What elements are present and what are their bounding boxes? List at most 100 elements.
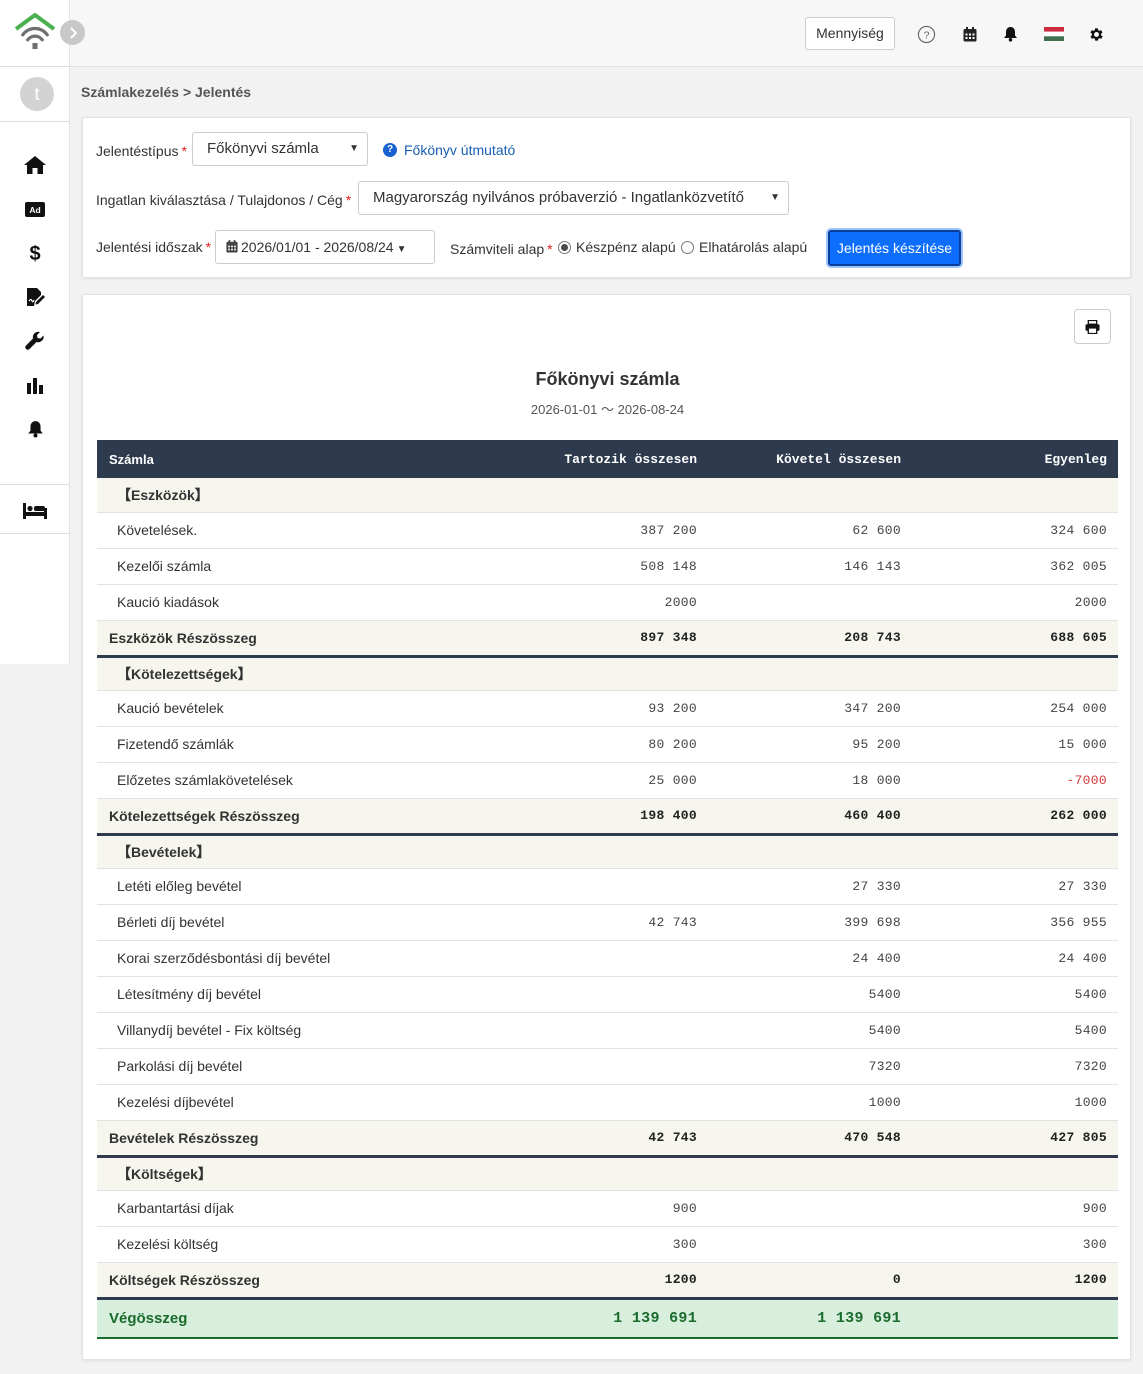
table-row: Létesítmény díj bevétel 5400 5400 bbox=[97, 976, 1118, 1013]
sidebar-toggle-button[interactable] bbox=[60, 20, 85, 45]
bed-icon[interactable] bbox=[22, 498, 48, 524]
credit-cell bbox=[708, 584, 912, 621]
generate-report-button[interactable]: Jelentés készítése bbox=[828, 230, 961, 266]
breadcrumb: Számlakezelés > Jelentés bbox=[81, 84, 252, 100]
column-header-credit: Követel összesen bbox=[708, 440, 912, 478]
sidebar-divider bbox=[0, 121, 70, 122]
credit-cell: 5400 bbox=[708, 1012, 912, 1049]
account-name: Karbantartási díjak bbox=[97, 1190, 492, 1227]
print-button[interactable] bbox=[1074, 309, 1111, 344]
debit-cell bbox=[492, 868, 708, 905]
home-icon[interactable] bbox=[22, 152, 48, 178]
basis-cash-radio[interactable]: Készpénz alapú bbox=[558, 239, 676, 255]
balance-cell: 5400 bbox=[912, 1012, 1118, 1049]
credit-cell: 470 548 bbox=[708, 1120, 912, 1158]
balance-cell: 262 000 bbox=[912, 798, 1118, 836]
credit-cell: 5400 bbox=[708, 976, 912, 1013]
ledger-table: Számla Tartozik összesen Követel összese… bbox=[97, 440, 1118, 1339]
debit-cell: 900 bbox=[492, 1190, 708, 1227]
balance-cell bbox=[912, 656, 1118, 691]
gear-icon[interactable] bbox=[1086, 24, 1106, 44]
credit-cell: 18 000 bbox=[708, 762, 912, 799]
balance-cell bbox=[912, 1298, 1118, 1339]
account-name: Eszközök Részösszeg bbox=[97, 620, 492, 658]
grand-total-row: Végösszeg 1 139 691 1 139 691 bbox=[97, 1298, 1118, 1339]
help-icon[interactable]: ? bbox=[916, 24, 936, 44]
section-row: 【Kötelezettségek】 bbox=[97, 656, 1118, 691]
credit-cell bbox=[708, 1226, 912, 1263]
property-label: Ingatlan kiválasztása / Tulajdonos / Cég… bbox=[96, 192, 352, 208]
debit-cell bbox=[492, 976, 708, 1013]
question-circle-icon: ? bbox=[383, 143, 397, 157]
dollar-icon[interactable]: $ bbox=[22, 240, 48, 266]
property-select[interactable]: Magyarország nyilvános próbaverzió - Ing… bbox=[358, 181, 789, 215]
contract-icon[interactable] bbox=[22, 284, 48, 310]
sidebar: t Ad $ bbox=[0, 0, 70, 664]
credit-cell: 27 330 bbox=[708, 868, 912, 905]
wrench-icon[interactable] bbox=[22, 328, 48, 354]
caret-down-icon: ▼ bbox=[396, 244, 407, 255]
debit-cell bbox=[492, 940, 708, 977]
bar-chart-icon[interactable] bbox=[22, 372, 48, 398]
account-name: Követelések. bbox=[97, 512, 492, 549]
table-row: Kezelői számla 508 148 146 143 362 005 bbox=[97, 548, 1118, 585]
table-row: Kaució kiadások 2000 2000 bbox=[97, 584, 1118, 621]
table-row: Bérleti díj bevétel 42 743 399 698 356 955 bbox=[97, 904, 1118, 941]
avatar[interactable]: t bbox=[20, 77, 54, 111]
hungarian-flag-icon[interactable] bbox=[1044, 24, 1064, 44]
chevron-right-icon bbox=[69, 26, 77, 39]
debit-cell bbox=[492, 1012, 708, 1049]
bell-icon[interactable] bbox=[1000, 24, 1020, 44]
section-row: 【Eszközök】 bbox=[97, 478, 1118, 513]
balance-cell: 688 605 bbox=[912, 620, 1118, 658]
credit-cell: 7320 bbox=[708, 1048, 912, 1085]
balance-cell: 362 005 bbox=[912, 548, 1118, 585]
ad-icon[interactable]: Ad bbox=[22, 196, 48, 222]
quantity-button[interactable]: Mennyiség bbox=[805, 17, 895, 50]
credit-cell: 460 400 bbox=[708, 798, 912, 836]
radio-selected-icon bbox=[558, 240, 571, 254]
debit-cell: 80 200 bbox=[492, 726, 708, 763]
debit-cell: 2000 bbox=[492, 584, 708, 621]
balance-cell: 324 600 bbox=[912, 512, 1118, 549]
logo-icon[interactable] bbox=[14, 12, 56, 52]
report-type-select[interactable]: Főkönyvi számla ▼ bbox=[192, 132, 368, 166]
basis-accrual-radio[interactable]: Elhatárolás alapú bbox=[681, 239, 807, 255]
credit-cell: 1000 bbox=[708, 1084, 912, 1121]
credit-cell: 399 698 bbox=[708, 904, 912, 941]
debit-cell bbox=[492, 834, 708, 869]
debit-cell: 300 bbox=[492, 1226, 708, 1263]
balance-cell: 7320 bbox=[912, 1048, 1118, 1085]
debit-cell: 1200 bbox=[492, 1262, 708, 1300]
table-row: Letéti előleg bevétel 27 330 27 330 bbox=[97, 868, 1118, 905]
column-header-debit: Tartozik összesen bbox=[492, 440, 708, 478]
account-name: Költségek Részösszeg bbox=[97, 1262, 492, 1300]
table-row: Követelések. 387 200 62 600 324 600 bbox=[97, 512, 1118, 549]
section-row: 【Bevételek】 bbox=[97, 834, 1118, 869]
section-row: 【Költségek】 bbox=[97, 1156, 1118, 1191]
balance-cell bbox=[912, 834, 1118, 869]
debit-cell: 93 200 bbox=[492, 690, 708, 727]
table-row: Parkolási díj bevétel 7320 7320 bbox=[97, 1048, 1118, 1085]
balance-cell: 254 000 bbox=[912, 690, 1118, 727]
table-row: Kezelési költség 300 300 bbox=[97, 1226, 1118, 1263]
sidebar-divider bbox=[0, 66, 70, 67]
credit-cell bbox=[708, 834, 912, 869]
printer-icon bbox=[1085, 319, 1100, 334]
notifications-icon[interactable] bbox=[22, 416, 48, 442]
sidebar-divider bbox=[0, 484, 70, 485]
calendar-icon[interactable] bbox=[960, 24, 980, 44]
account-name: Parkolási díj bevétel bbox=[97, 1048, 492, 1085]
debit-cell: 42 743 bbox=[492, 904, 708, 941]
report-date-range: 2026-01-01 〜 2026-08-24 bbox=[530, 402, 685, 417]
period-picker[interactable]: 2026/01/01 - 2026/08/24 ▼ bbox=[215, 230, 435, 264]
balance-cell: 27 330 bbox=[912, 868, 1118, 905]
credit-cell: 146 143 bbox=[708, 548, 912, 585]
balance-cell: 300 bbox=[912, 1226, 1118, 1263]
credit-cell bbox=[708, 656, 912, 691]
ledger-guide-link[interactable]: ? Főkönyv útmutató bbox=[383, 142, 515, 158]
debit-cell: 25 000 bbox=[492, 762, 708, 799]
account-name: Kaució bevételek bbox=[97, 690, 492, 727]
sidebar-divider bbox=[0, 533, 70, 534]
table-row: Karbantartási díjak 900 900 bbox=[97, 1190, 1118, 1227]
